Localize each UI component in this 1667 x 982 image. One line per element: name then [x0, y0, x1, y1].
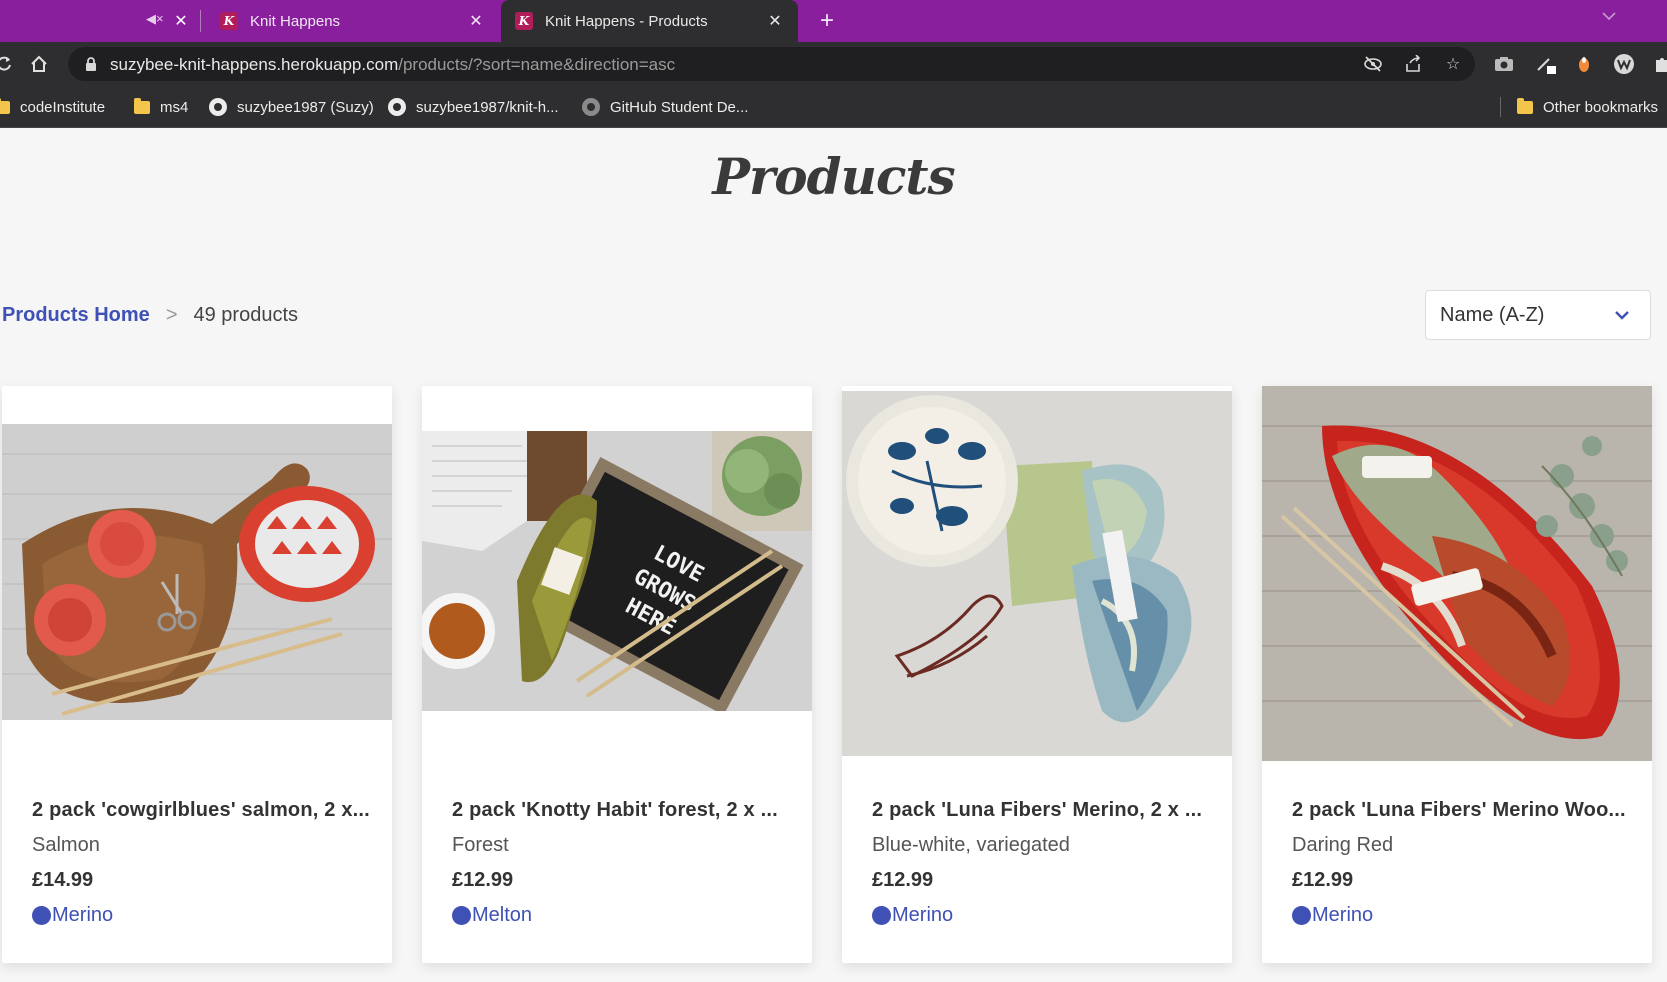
product-category-tag[interactable]: Merino — [1292, 904, 1373, 927]
products-home-link[interactable]: Products Home — [2, 304, 150, 327]
bookmark-codeinstitute[interactable]: codeInstitute — [0, 94, 105, 120]
product-category-tag[interactable]: Merino — [32, 904, 113, 927]
product-category-tag[interactable]: Melton — [452, 904, 532, 927]
github-icon — [209, 98, 227, 116]
category-dot-icon — [1292, 906, 1311, 925]
category-dot-icon — [452, 906, 471, 925]
bookmark-github-knit-happens[interactable]: suzybee1987/knit-h... — [388, 94, 559, 120]
product-card[interactable]: 2 pack 'cowgirlblues' salmon, 2 x... Sal… — [2, 386, 392, 963]
new-tab-plus-icon[interactable]: + — [814, 7, 840, 34]
wappalyzer-extension-icon[interactable] — [1610, 50, 1638, 78]
bookmark-label: suzybee1987/knit-h... — [416, 98, 559, 116]
product-card[interactable]: 2 pack 'Luna Fibers' Merino, 2 x ... Blu… — [842, 386, 1232, 963]
breadcrumb-separator: > — [165, 304, 178, 326]
product-price: £12.99 — [1292, 869, 1354, 891]
bookmark-ms4[interactable]: ms4 — [134, 94, 188, 120]
product-colour: Forest — [452, 834, 509, 856]
browser-tab-products-active[interactable]: K Knit Happens - Products ✕ — [501, 0, 798, 42]
product-name[interactable]: 2 pack 'Luna Fibers' Merino, 2 x ... — [872, 799, 1212, 822]
orange-extension-icon[interactable] — [1570, 50, 1598, 78]
bookmark-github-suzy[interactable]: suzybee1987 (Suzy) — [209, 94, 374, 120]
bookmark-label: ms4 — [160, 98, 189, 116]
bookmark-label: codeInstitute — [20, 98, 106, 116]
product-colour: Salmon — [32, 834, 100, 856]
category-label: Merino — [52, 904, 114, 926]
other-bookmarks[interactable]: Other bookmarks — [1517, 94, 1658, 120]
sort-selected-value: Name (A-Z) — [1440, 303, 1545, 326]
knit-happens-favicon-icon: K — [515, 12, 533, 30]
bookmark-label: suzybee1987 (Suzy) — [237, 98, 374, 116]
folder-icon — [1517, 97, 1533, 114]
product-category-tag[interactable]: Merino — [872, 904, 953, 927]
tab-title: Knit Happens — [250, 12, 341, 30]
browser-tab-knit-happens[interactable]: K Knit Happens ✕ — [202, 0, 499, 42]
github-icon — [582, 98, 600, 116]
product-image-forest-yarn[interactable]: LOVE GROWS HERE — [422, 431, 812, 711]
product-price: £12.99 — [452, 869, 514, 891]
product-colour: Blue-white, variegated — [872, 834, 1070, 856]
screenshot-extension-icon[interactable] — [1490, 50, 1518, 78]
share-icon[interactable] — [1401, 52, 1425, 76]
product-image-salmon-yarn[interactable] — [2, 424, 392, 720]
lock-icon[interactable] — [84, 56, 98, 72]
folder-icon — [0, 97, 10, 114]
product-image-blue-white-yarn[interactable] — [842, 391, 1232, 756]
reload-icon[interactable] — [0, 50, 18, 78]
tab-close-icon[interactable]: ✕ — [465, 10, 487, 32]
github-icon — [388, 98, 406, 116]
category-label: Merino — [892, 904, 954, 926]
product-card[interactable]: 2 pack 'Luna Fibers' Merino Woo... Darin… — [1262, 386, 1652, 963]
browser-toolbar: suzybee-knit-happens.herokuapp.com/produ… — [0, 42, 1667, 86]
extensions-puzzle-icon[interactable] — [1648, 50, 1667, 78]
url-host: suzybee-knit-happens.herokuapp.com — [110, 55, 399, 74]
bookmarks-divider — [1500, 97, 1501, 117]
folder-icon — [134, 97, 150, 114]
tab-close-icon[interactable]: ✕ — [170, 10, 192, 32]
eye-slash-icon[interactable] — [1361, 52, 1385, 76]
bookmark-github-student[interactable]: GitHub Student De... — [582, 94, 748, 120]
product-count: 49 products — [193, 304, 299, 326]
product-name[interactable]: 2 pack 'cowgirlblues' salmon, 2 x... — [32, 799, 372, 822]
url-path: /products/?sort=name&direction=asc — [398, 55, 676, 74]
category-label: Melton — [472, 904, 533, 926]
breadcrumb: Products Home > 49 products — [2, 304, 298, 327]
product-price: £14.99 — [32, 869, 94, 891]
pen-extension-icon[interactable] — [1532, 50, 1560, 78]
page-title: Products — [712, 147, 955, 206]
home-icon[interactable] — [25, 50, 53, 78]
knit-happens-favicon-icon: K — [220, 12, 238, 30]
tab-search-chevron-icon[interactable] — [1602, 9, 1616, 24]
address-bar[interactable]: suzybee-knit-happens.herokuapp.com/produ… — [68, 47, 1475, 81]
url-text[interactable]: suzybee-knit-happens.herokuapp.com/produ… — [110, 55, 675, 75]
product-card[interactable]: LOVE GROWS HERE 2 pack 'Knotty Habit' fo… — [422, 386, 812, 963]
category-dot-icon — [32, 906, 51, 925]
category-dot-icon — [872, 906, 891, 925]
tab-title: Knit Happens - Products — [545, 12, 708, 30]
products-page: Products Products Home > 49 products Nam… — [0, 129, 1667, 982]
product-colour: Daring Red — [1292, 834, 1394, 856]
browser-tab-strip: ◀× ✕ K Knit Happens ✕ K Knit Happens - P… — [0, 0, 1667, 42]
tab-divider — [200, 10, 201, 32]
tab-close-icon[interactable]: ✕ — [764, 10, 786, 32]
browser-tab-muted[interactable]: ◀× ✕ — [0, 0, 200, 42]
bookmark-star-icon[interactable]: ☆ — [1441, 52, 1465, 76]
muted-speaker-icon[interactable]: ◀× — [146, 11, 164, 27]
bookmarks-bar: codeInstitute ms4 suzybee1987 (Suzy) suz… — [0, 86, 1667, 128]
product-name[interactable]: 2 pack 'Luna Fibers' Merino Woo... — [1292, 799, 1632, 822]
other-bookmarks-label: Other bookmarks — [1543, 98, 1659, 116]
sort-select[interactable]: Name (A-Z) — [1425, 290, 1651, 340]
chevron-down-icon — [1615, 311, 1629, 320]
bookmark-label: GitHub Student De... — [610, 98, 749, 116]
product-name[interactable]: 2 pack 'Knotty Habit' forest, 2 x ... — [452, 799, 792, 822]
product-price: £12.99 — [872, 869, 934, 891]
category-label: Merino — [1312, 904, 1374, 926]
product-image-daring-red-yarn[interactable] — [1262, 386, 1652, 761]
